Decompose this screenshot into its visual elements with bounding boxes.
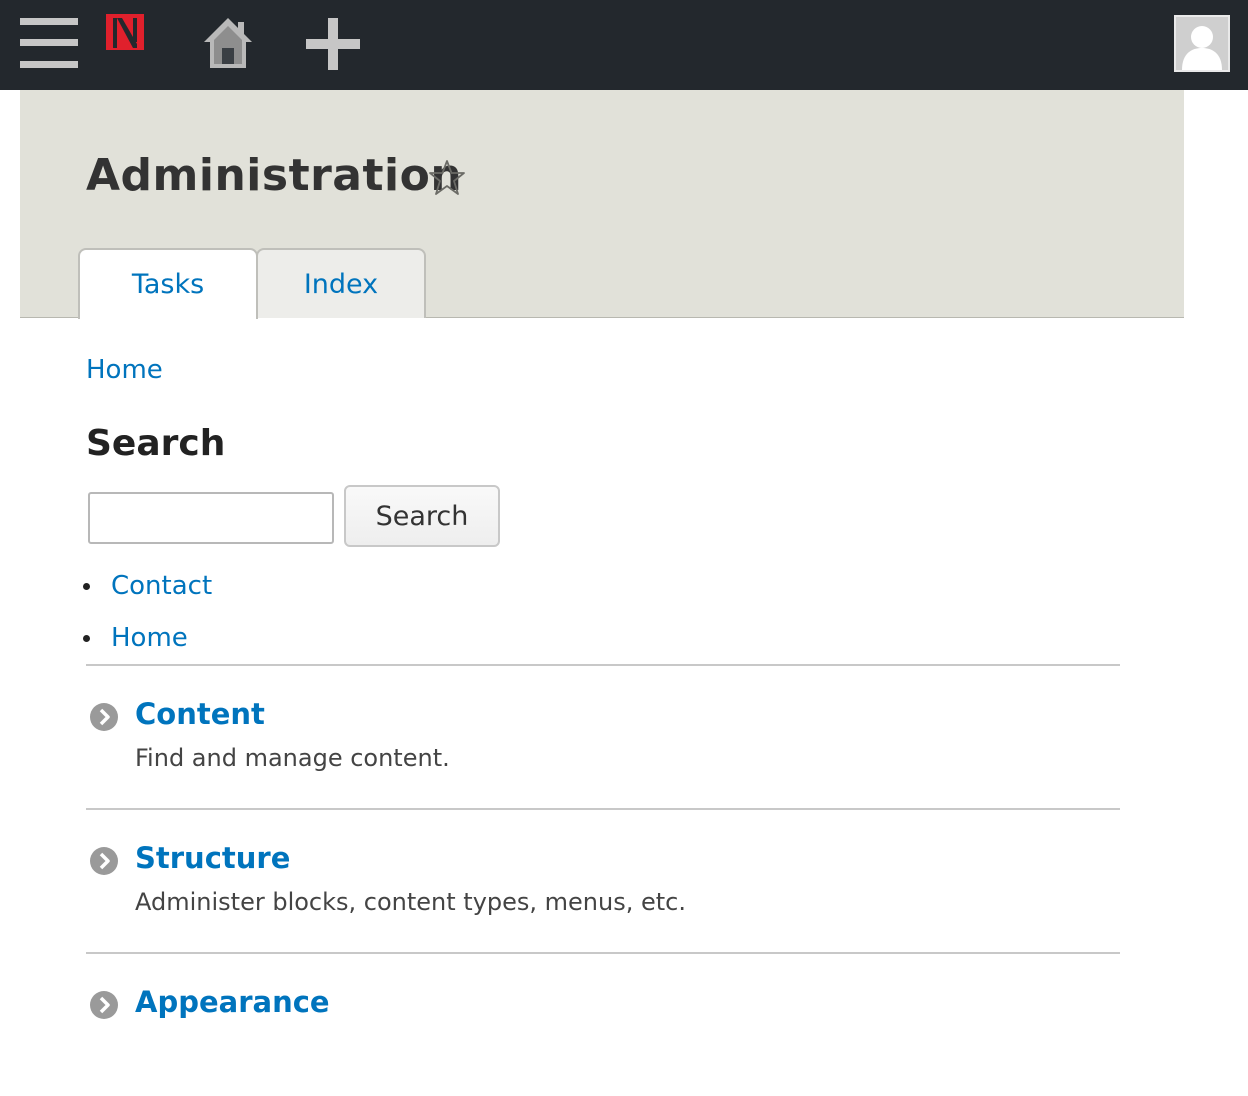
bullet: [83, 583, 90, 590]
admin-item-title[interactable]: Content: [135, 696, 265, 732]
page-header: Administration Tasks Index: [20, 90, 1184, 319]
admin-block-list: Content Find and manage content. Structu…: [86, 664, 1120, 1096]
add-icon[interactable]: [304, 16, 362, 72]
tab-tasks-label: Tasks: [131, 269, 205, 300]
tab-index-label: Index: [303, 268, 379, 300]
page-title: Administration: [86, 150, 463, 201]
chevron-right-icon: [89, 702, 119, 732]
home-icon[interactable]: [202, 16, 254, 70]
tab-tasks[interactable]: Tasks: [78, 248, 258, 319]
chevron-right-icon: [89, 990, 119, 1020]
admin-item-content: Content Find and manage content.: [86, 664, 1120, 808]
admin-item-structure: Structure Administer blocks, content typ…: [86, 808, 1120, 952]
shortcut-star-icon[interactable]: [428, 159, 466, 197]
site-logo-icon[interactable]: [106, 14, 146, 52]
admin-item-title[interactable]: Appearance: [135, 984, 330, 1020]
admin-item-description: Find and manage content.: [135, 744, 450, 772]
list-item: Contact: [83, 566, 212, 618]
user-avatar-icon[interactable]: [1174, 15, 1230, 72]
search-input[interactable]: [88, 492, 334, 544]
home-link[interactable]: Home: [111, 623, 188, 653]
admin-item-description: Administer blocks, content types, menus,…: [135, 888, 686, 916]
breadcrumb-home-link[interactable]: Home: [86, 354, 163, 386]
list-item: Home: [83, 618, 212, 670]
search-button[interactable]: Search: [344, 485, 500, 547]
search-heading: Search: [86, 423, 226, 464]
link-list: Contact Home: [83, 566, 212, 670]
bullet: [83, 635, 90, 642]
contact-link[interactable]: Contact: [111, 571, 212, 601]
admin-item-title[interactable]: Structure: [135, 840, 290, 876]
hamburger-menu-icon[interactable]: [20, 18, 80, 70]
admin-item-appearance: Appearance: [86, 952, 1120, 1096]
tab-index[interactable]: Index: [256, 248, 426, 318]
admin-toolbar: [0, 0, 1248, 90]
chevron-right-icon: [89, 846, 119, 876]
